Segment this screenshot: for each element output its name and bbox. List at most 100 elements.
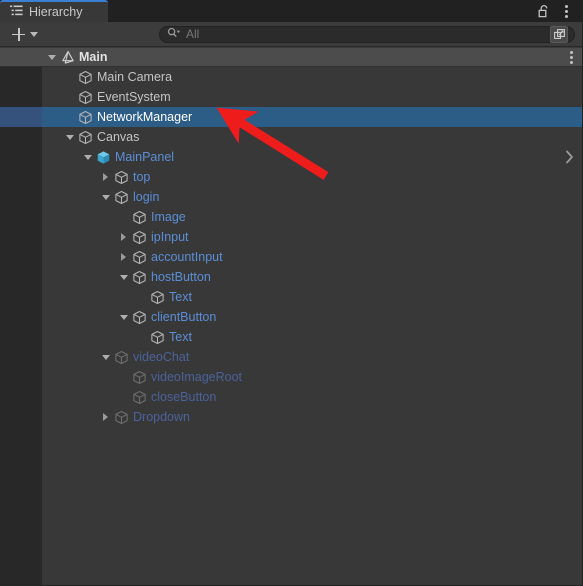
tree-row-ipinput[interactable]: ipInput — [0, 227, 582, 247]
expand-triangle-right-icon[interactable] — [117, 247, 130, 267]
row-content: top — [0, 167, 582, 187]
gameobject-icon — [76, 110, 94, 125]
gameobject-icon — [112, 190, 130, 205]
row-content: clientButton — [0, 307, 582, 327]
row-content: Image — [0, 207, 582, 227]
add-gameobject-button[interactable] — [8, 27, 42, 42]
tree-row-videochat[interactable]: videoChat — [0, 347, 582, 367]
expand-triangle-down-icon[interactable] — [117, 307, 130, 327]
caret-down-icon — [30, 31, 38, 37]
tree-row-mainpanel[interactable]: MainPanel — [0, 147, 582, 167]
tree-row-networkmanager[interactable]: NetworkManager — [0, 107, 582, 127]
search-dropdown-icon[interactable] — [167, 27, 181, 42]
tree-row-login[interactable]: login — [0, 187, 582, 207]
tree-row-list: Main Main Camera EventSystem NetworkManager… — [0, 47, 582, 427]
row-label: NetworkManager — [97, 109, 193, 124]
expand-triangle-down-icon[interactable] — [45, 47, 58, 67]
gameobject-icon — [130, 390, 148, 405]
expand-triangle-down-icon[interactable] — [63, 127, 76, 147]
tree-row-top[interactable]: top — [0, 167, 582, 187]
expand-triangle-right-icon[interactable] — [117, 227, 130, 247]
row-content: Text — [0, 287, 582, 307]
row-content: Main — [0, 48, 582, 66]
open-in-window-icon[interactable] — [550, 25, 568, 43]
row-label: ipInput — [151, 229, 189, 244]
expand-triangle-down-icon[interactable] — [117, 267, 130, 287]
tree-row-hostbutton[interactable]: hostButton — [0, 267, 582, 287]
row-label: clientButton — [151, 309, 217, 324]
gameobject-icon — [130, 310, 148, 325]
tree-row-dropdown[interactable]: Dropdown — [0, 407, 582, 427]
row-label: closeButton — [151, 389, 217, 404]
row-content: ipInput — [0, 227, 582, 247]
gameobject-icon — [148, 290, 166, 305]
tree-row-canvas[interactable]: Canvas — [0, 127, 582, 147]
hierarchy-panel: Hierarchy All Main Main Camera EventSyst… — [0, 0, 583, 586]
expand-triangle-down-icon[interactable] — [99, 347, 112, 367]
row-label: login — [133, 189, 160, 204]
tree-row-main[interactable]: Main — [0, 47, 582, 67]
row-label: EventSystem — [97, 89, 171, 104]
tree-row-text[interactable]: Text — [0, 287, 582, 307]
expand-triangle-down-icon[interactable] — [99, 187, 112, 207]
hierarchy-tree: Main Main Camera EventSystem NetworkManager… — [0, 47, 582, 585]
row-label: Image — [151, 209, 186, 224]
tab-label: Hierarchy — [29, 5, 83, 19]
open-prefab-chevron-icon[interactable] — [565, 147, 574, 167]
scene-context-menu-icon[interactable] — [570, 48, 573, 66]
row-content: Canvas — [0, 127, 582, 147]
hierarchy-toolbar: All — [0, 22, 582, 47]
search-placeholder: All — [186, 27, 200, 41]
row-content: NetworkManager — [0, 107, 582, 127]
gameobject-icon — [112, 410, 130, 425]
row-content: Main Camera — [0, 67, 582, 87]
kebab-dots — [564, 4, 568, 18]
kebab-menu-icon[interactable] — [557, 2, 575, 20]
gameobject-icon — [130, 270, 148, 285]
gameobject-icon — [112, 350, 130, 365]
row-label: videoImageRoot — [151, 369, 243, 384]
gameobject-icon — [130, 250, 148, 265]
row-label: Main — [79, 49, 108, 64]
tab-bar: Hierarchy — [0, 0, 582, 22]
expand-triangle-right-icon[interactable] — [99, 407, 112, 427]
gameobject-icon — [76, 130, 94, 145]
prefab-icon — [94, 150, 112, 165]
unlocked-padlock-icon[interactable] — [535, 2, 553, 20]
row-label: top — [133, 169, 151, 184]
expand-triangle-right-icon[interactable] — [99, 167, 112, 187]
gameobject-icon — [76, 90, 94, 105]
tree-row-videoimageroot[interactable]: videoImageRoot — [0, 367, 582, 387]
expand-triangle-down-icon[interactable] — [81, 147, 94, 167]
tree-row-clientbutton[interactable]: clientButton — [0, 307, 582, 327]
tab-hierarchy[interactable]: Hierarchy — [0, 0, 108, 22]
row-label: Dropdown — [133, 409, 190, 424]
row-content: Dropdown — [0, 407, 582, 427]
row-label: Canvas — [97, 129, 140, 144]
tree-row-closebutton[interactable]: closeButton — [0, 387, 582, 407]
tree-row-accountinput[interactable]: accountInput — [0, 247, 582, 267]
tree-row-image[interactable]: Image — [0, 207, 582, 227]
tree-row-main-camera[interactable]: Main Camera — [0, 67, 582, 87]
row-content: hostButton — [0, 267, 582, 287]
row-label: MainPanel — [115, 149, 175, 164]
tree-row-eventsystem[interactable]: EventSystem — [0, 87, 582, 107]
gameobject-icon — [112, 170, 130, 185]
gameobject-icon — [76, 70, 94, 85]
row-label: Text — [169, 329, 192, 344]
row-content: closeButton — [0, 387, 582, 407]
gameobject-icon — [130, 230, 148, 245]
search-input[interactable]: All — [159, 25, 575, 43]
tree-row-text[interactable]: Text — [0, 327, 582, 347]
row-content: Text — [0, 327, 582, 347]
row-content: videoImageRoot — [0, 367, 582, 387]
row-label: Main Camera — [97, 69, 173, 84]
